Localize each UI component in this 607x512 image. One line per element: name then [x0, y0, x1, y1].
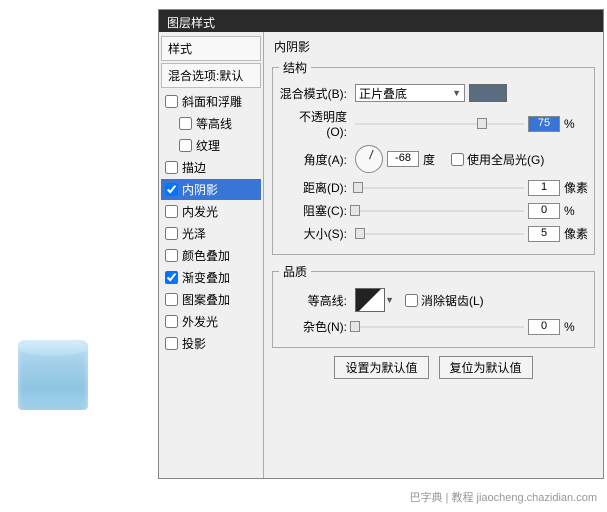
effect-checkbox[interactable] [165, 227, 178, 240]
distance-label: 距离(D): [279, 179, 351, 196]
angle-dial[interactable] [355, 145, 383, 173]
effect-checkbox[interactable] [165, 249, 178, 262]
effect-checkbox[interactable] [165, 337, 178, 350]
effect-checkbox[interactable] [165, 293, 178, 306]
blend-mode-label: 混合模式(B): [279, 85, 351, 102]
choke-label: 阻塞(C): [279, 202, 351, 219]
styles-sidebar: 样式 混合选项:默认 斜面和浮雕等高线纹理描边内阴影内发光光泽颜色叠加渐变叠加图… [159, 32, 264, 478]
chevron-down-icon: ▼ [452, 88, 461, 98]
layer-style-dialog: 图层样式 样式 混合选项:默认 斜面和浮雕等高线纹理描边内阴影内发光光泽颜色叠加… [158, 9, 604, 479]
angle-input[interactable]: -68 [387, 151, 419, 167]
effect-checkbox[interactable] [165, 183, 178, 196]
effect-item[interactable]: 描边 [161, 157, 261, 178]
contour-picker[interactable]: ▼ [355, 288, 385, 312]
effect-label: 光泽 [182, 225, 206, 242]
effect-label: 内发光 [182, 203, 218, 220]
effect-item[interactable]: 纹理 [161, 135, 261, 156]
choke-input[interactable]: 0 [528, 203, 560, 219]
dialog-title: 图层样式 [167, 16, 215, 30]
effect-checkbox[interactable] [165, 95, 178, 108]
effect-label: 投影 [182, 335, 206, 352]
contour-label: 等高线: [279, 292, 351, 309]
antialias-label: 消除锯齿(L) [421, 292, 484, 309]
effect-label: 颜色叠加 [182, 247, 230, 264]
effect-label: 斜面和浮雕 [182, 93, 242, 110]
size-label: 大小(S): [279, 225, 351, 242]
effect-label: 纹理 [196, 137, 220, 154]
antialias-checkbox[interactable]: 消除锯齿(L) [405, 292, 484, 309]
structure-legend: 结构 [279, 59, 311, 76]
effect-checkbox[interactable] [165, 161, 178, 174]
effect-item[interactable]: 渐变叠加 [161, 267, 261, 288]
layer-preview [18, 340, 88, 410]
blend-options-header[interactable]: 混合选项:默认 [161, 63, 261, 88]
effect-checkbox[interactable] [179, 139, 192, 152]
effect-item[interactable]: 图案叠加 [161, 289, 261, 310]
choke-unit: % [564, 204, 588, 218]
size-input[interactable]: 5 [528, 226, 560, 242]
effect-item[interactable]: 内发光 [161, 201, 261, 222]
distance-slider[interactable] [355, 181, 524, 195]
set-default-button[interactable]: 设置为默认值 [334, 356, 428, 379]
effect-checkbox[interactable] [165, 271, 178, 284]
opacity-slider[interactable] [355, 117, 524, 131]
noise-slider[interactable] [355, 320, 524, 334]
effect-item[interactable]: 光泽 [161, 223, 261, 244]
effect-checkbox[interactable] [165, 315, 178, 328]
global-light-checkbox[interactable]: 使用全局光(G) [451, 151, 544, 168]
effect-panel: 内阴影 结构 混合模式(B): 正片叠底 ▼ 不透明度(O): 75 % [264, 32, 603, 478]
effect-item[interactable]: 等高线 [161, 113, 261, 134]
effect-label: 描边 [182, 159, 206, 176]
effect-label: 等高线 [196, 115, 232, 132]
effect-item[interactable]: 斜面和浮雕 [161, 91, 261, 112]
size-slider[interactable] [355, 227, 524, 241]
effect-checkbox[interactable] [165, 205, 178, 218]
effect-checkbox[interactable] [179, 117, 192, 130]
shadow-color-swatch[interactable] [469, 84, 507, 102]
blend-mode-select[interactable]: 正片叠底 ▼ [355, 84, 465, 102]
effect-item[interactable]: 投影 [161, 333, 261, 354]
distance-unit: 像素 [564, 179, 588, 196]
watermark: 巴字典 | 教程 jiaocheng.chazidian.com [406, 488, 602, 506]
effect-label: 渐变叠加 [182, 269, 230, 286]
opacity-unit: % [564, 117, 588, 131]
quality-group: 品质 等高线: ▼ 消除锯齿(L) 杂色(N): 0 % [272, 263, 595, 348]
dialog-titlebar: 图层样式 [159, 10, 603, 32]
opacity-input[interactable]: 75 [528, 116, 560, 132]
effect-label: 图案叠加 [182, 291, 230, 308]
effect-label: 内阴影 [182, 181, 218, 198]
antialias-input[interactable] [405, 294, 418, 307]
reset-default-button[interactable]: 复位为默认值 [439, 356, 533, 379]
choke-slider[interactable] [355, 204, 524, 218]
effect-item[interactable]: 外发光 [161, 311, 261, 332]
global-light-label: 使用全局光(G) [467, 151, 544, 168]
noise-input[interactable]: 0 [528, 319, 560, 335]
structure-group: 结构 混合模式(B): 正片叠底 ▼ 不透明度(O): 75 % 角 [272, 59, 595, 255]
angle-unit: 度 [423, 151, 447, 168]
noise-unit: % [564, 320, 588, 334]
blend-mode-value: 正片叠底 [359, 85, 407, 102]
effect-item[interactable]: 内阴影 [161, 179, 261, 200]
opacity-label: 不透明度(O): [279, 108, 351, 139]
panel-title: 内阴影 [272, 38, 595, 55]
quality-legend: 品质 [279, 263, 311, 280]
effect-label: 外发光 [182, 313, 218, 330]
size-unit: 像素 [564, 225, 588, 242]
distance-input[interactable]: 1 [528, 180, 560, 196]
styles-header[interactable]: 样式 [161, 36, 261, 61]
effect-item[interactable]: 颜色叠加 [161, 245, 261, 266]
global-light-input[interactable] [451, 153, 464, 166]
chevron-down-icon: ▼ [385, 295, 394, 305]
angle-label: 角度(A): [279, 151, 351, 168]
noise-label: 杂色(N): [279, 318, 351, 335]
